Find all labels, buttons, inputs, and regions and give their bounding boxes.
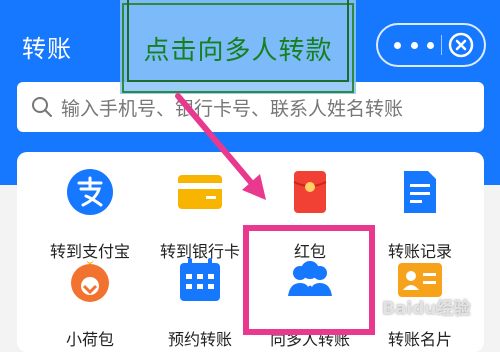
capsule-divider <box>441 35 442 55</box>
more-dots-icon[interactable] <box>394 35 434 55</box>
transfer-record-icon <box>404 171 436 213</box>
annotation-text: 点击向多人转款 <box>143 36 333 66</box>
red-packet-icon <box>293 171 327 213</box>
highlight-frame <box>243 225 375 335</box>
tutorial-annotation-box: 点击向多人转款 <box>120 0 356 94</box>
search-placeholder: 输入手机号、银行卡号、联系人姓名转账 <box>61 98 404 120</box>
alipay-icon <box>67 169 113 215</box>
search-icon <box>32 97 52 117</box>
item-label: 小荷包 <box>65 330 114 349</box>
item-bank-card[interactable]: 转到银行卡 <box>145 168 255 261</box>
item-transfer-record[interactable]: 转账记录 <box>365 168 475 261</box>
calendar-icon <box>180 258 220 301</box>
item-purse[interactable]: 小荷包 <box>35 256 145 349</box>
item-alipay[interactable]: 转到支付宝 <box>35 168 145 261</box>
mini-program-capsule <box>376 23 486 67</box>
page-title: 转账 <box>22 35 72 63</box>
close-circle-icon[interactable] <box>448 32 474 58</box>
bank-card-icon <box>178 175 222 209</box>
purse-icon <box>71 260 109 302</box>
item-label: 转账名片 <box>387 330 452 349</box>
item-label: 预约转账 <box>167 330 232 349</box>
watermark: Baidu经验 <box>382 299 471 319</box>
item-scheduled-transfer[interactable]: 预约转账 <box>145 256 255 349</box>
